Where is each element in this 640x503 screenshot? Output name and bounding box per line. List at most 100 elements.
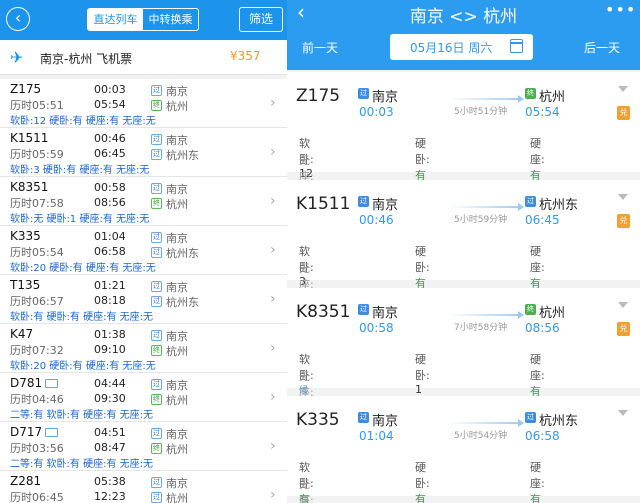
chevron-right-icon: › — [270, 144, 276, 160]
left-train-list-screen: ‹ 直达列车 中转换乘 筛选 ✈ 南京-杭州 飞机票 ¥357 Z175 历时05… — [0, 0, 287, 503]
prev-day-button[interactable]: 前一天 — [302, 39, 338, 56]
arrival-station: 杭州 — [539, 90, 566, 105]
travel-duration: 5小时51分钟 — [454, 107, 508, 117]
station-type-icon: 终 — [525, 88, 536, 99]
seat-info: 硬卧: 有 — [415, 135, 430, 183]
train-row[interactable]: Z175 历时05:51 软卧:12 硬卧:有 硬座:有 无座:无 00:03 05:5… — [0, 79, 287, 128]
station-type-icon: 终 — [151, 443, 162, 454]
seat-availability: 软卧:有 硬卧:有 硬座:有 无座:无 — [10, 312, 154, 323]
station-type-icon: 过 — [151, 247, 162, 258]
station-type-icon: 过 — [151, 183, 162, 194]
station-type-icon: 终 — [151, 345, 162, 356]
arrival-time: 12:23 — [94, 490, 126, 503]
arrival-time: 05:54 — [525, 105, 560, 119]
station-type-icon: 过 — [151, 149, 162, 160]
seat-type-label: 硬座: — [530, 353, 545, 382]
departure-time: 04:44 — [94, 377, 126, 390]
caret-down-icon[interactable] — [618, 86, 628, 92]
arrival-station: 杭州 — [166, 492, 188, 503]
travel-duration: 5小时54分钟 — [454, 431, 508, 441]
arrival-station: 杭州 — [166, 345, 188, 358]
train-number: K8351 — [296, 302, 351, 322]
travel-duration: 历时06:45 — [10, 491, 64, 503]
arrival-station: 杭州东 — [166, 149, 199, 162]
arrival-station: 杭州东 — [166, 296, 199, 309]
station-type-icon: 过 — [525, 196, 536, 207]
next-day-button[interactable]: 后一天 — [584, 39, 620, 56]
train-number: T135 — [10, 278, 41, 292]
seat-info: 硬座: 有 — [530, 135, 545, 183]
train-row[interactable]: D781 历时04:46 二等:有 软卧:有 硬座:有 无座:无 04:44 09:30… — [0, 373, 287, 422]
departure-time: 01:04 — [94, 230, 126, 243]
exchange-badge: 兑 — [617, 106, 630, 120]
caret-down-icon[interactable] — [618, 302, 628, 308]
departure-station: 南京 — [166, 232, 188, 245]
seat-type-label: 硬座: — [530, 461, 545, 490]
route-arrow — [449, 95, 524, 103]
station-type-icon: 过 — [151, 330, 162, 341]
train-row[interactable]: D717 历时03:56 二等:有 软卧:有 硬座:有 无座:无 04:51 08:47… — [0, 422, 287, 471]
route-arrow — [449, 419, 524, 427]
right-train-list-screen: ‹ 南京 <> 杭州 ••• 前一天 05月16日 周六 后一天 Z175 过南京… — [287, 0, 640, 503]
seat-availability: 二等:有 软卧:有 硬座:有 无座:无 — [10, 459, 154, 470]
departure-station: 南京 — [166, 428, 188, 441]
calendar-icon — [510, 39, 523, 53]
seat-type-label: 硬卧: — [415, 245, 430, 274]
departure-time: 00:46 — [94, 132, 126, 145]
departure-station: 南京 — [166, 134, 188, 147]
train-card[interactable]: K335 过南京 01:04 5小时54分钟过杭州东 06:58 软卧: 有硬卧: 有硬座… — [287, 396, 640, 503]
tab-transfer[interactable]: 中转换乘 — [143, 9, 198, 30]
arrival-time: 06:58 — [94, 245, 126, 258]
chevron-right-icon: › — [270, 242, 276, 258]
seat-count: 有 — [415, 493, 426, 503]
seat-availability: 软卧:12 硬卧:有 硬座:有 无座:无 — [10, 116, 156, 127]
back-arrow-icon[interactable]: ‹ — [6, 7, 30, 31]
right-header: ‹ 南京 <> 杭州 ••• 前一天 05月16日 周六 后一天 — [287, 0, 640, 70]
train-row[interactable]: T135 历时06:57 软卧:有 硬卧:有 硬座:有 无座:无 01:21 08:18… — [0, 275, 287, 324]
arrival-time: 05:54 — [94, 98, 126, 111]
departure-time: 01:04 — [359, 429, 394, 443]
station-type-icon: 过 — [151, 232, 162, 243]
departure-station: 南京 — [166, 85, 188, 98]
seat-availability: 软卧:无 硬卧:1 硬座:有 无座:无 — [10, 214, 150, 225]
caret-down-icon[interactable] — [618, 194, 628, 200]
caret-down-icon[interactable] — [618, 410, 628, 416]
arrival-station: 杭州 — [166, 100, 188, 113]
arrival-time: 08:47 — [94, 441, 126, 454]
train-card[interactable]: K8351过南京00:587小时58分钟终杭州08:56兑软卧: 候补+硬卧: … — [287, 288, 640, 421]
train-row[interactable]: K1511 历时05:59 软卧:3 硬卧:有 硬座:有 无座:无 00:46 06:4… — [0, 128, 287, 177]
train-card[interactable]: Z175过南京00:035小时51分钟终杭州05:54兑软卧: 12张硬卧: 有… — [287, 72, 640, 199]
seat-info: 硬座: 有 — [530, 459, 545, 503]
departure-time: 00:58 — [359, 321, 394, 335]
filter-button[interactable]: 筛选 — [239, 7, 283, 32]
station-type-icon: 过 — [151, 281, 162, 292]
date-text: 05月16日 周六 — [410, 41, 493, 55]
station-type-icon: 过 — [151, 492, 162, 503]
station-type-icon: 过 — [151, 428, 162, 439]
train-row[interactable]: K47 历时07:32 软卧:20 硬卧:有 硬座:有 无座:无 01:38 09:10… — [0, 324, 287, 373]
departure-time: 00:58 — [94, 181, 126, 194]
travel-duration: 历时06:57 — [10, 295, 64, 308]
train-row[interactable]: Z281 历时06:45 05:38 12:23 过过南京 杭州 › — [0, 471, 287, 503]
train-row[interactable]: K8351 历时07:58 软卧:无 硬卧:1 硬座:有 无座:无 00:58 08:5… — [0, 177, 287, 226]
seat-type-label: 硬座: — [530, 137, 545, 166]
train-card[interactable]: K1511过南京00:465小时59分钟过杭州东06:45兑软卧: 3张硬卧: … — [287, 180, 640, 307]
train-row[interactable]: K335 历时05:54 软卧:20 硬卧:有 硬座:有 无座:无 01:04 06:5… — [0, 226, 287, 275]
chevron-right-icon: › — [270, 340, 276, 356]
arrival-station: 杭州东 — [539, 414, 579, 429]
travel-duration: 5小时59分钟 — [454, 215, 508, 225]
date-picker[interactable]: 05月16日 周六 — [390, 34, 533, 60]
arrival-time: 08:56 — [94, 196, 126, 209]
left-top-bar: ‹ 直达列车 中转换乘 筛选 — [0, 0, 287, 40]
seat-info: 硬座: 有 — [530, 351, 545, 399]
departure-station: 南京 — [166, 379, 188, 392]
seat-availability: 二等:有 软卧:有 硬座:有 无座:无 — [10, 410, 154, 421]
more-dots-icon[interactable]: ••• — [605, 0, 636, 19]
travel-duration: 历时07:32 — [10, 344, 64, 357]
arrival-time: 06:45 — [94, 147, 126, 160]
flight-ticket-banner[interactable]: ✈ 南京-杭州 飞机票 ¥357 — [0, 40, 287, 75]
tab-direct-trains[interactable]: 直达列车 — [88, 9, 143, 30]
station-type-icon: 过 — [358, 412, 369, 423]
departure-station: 南京 — [166, 477, 188, 490]
train-number: D781 — [10, 376, 59, 390]
